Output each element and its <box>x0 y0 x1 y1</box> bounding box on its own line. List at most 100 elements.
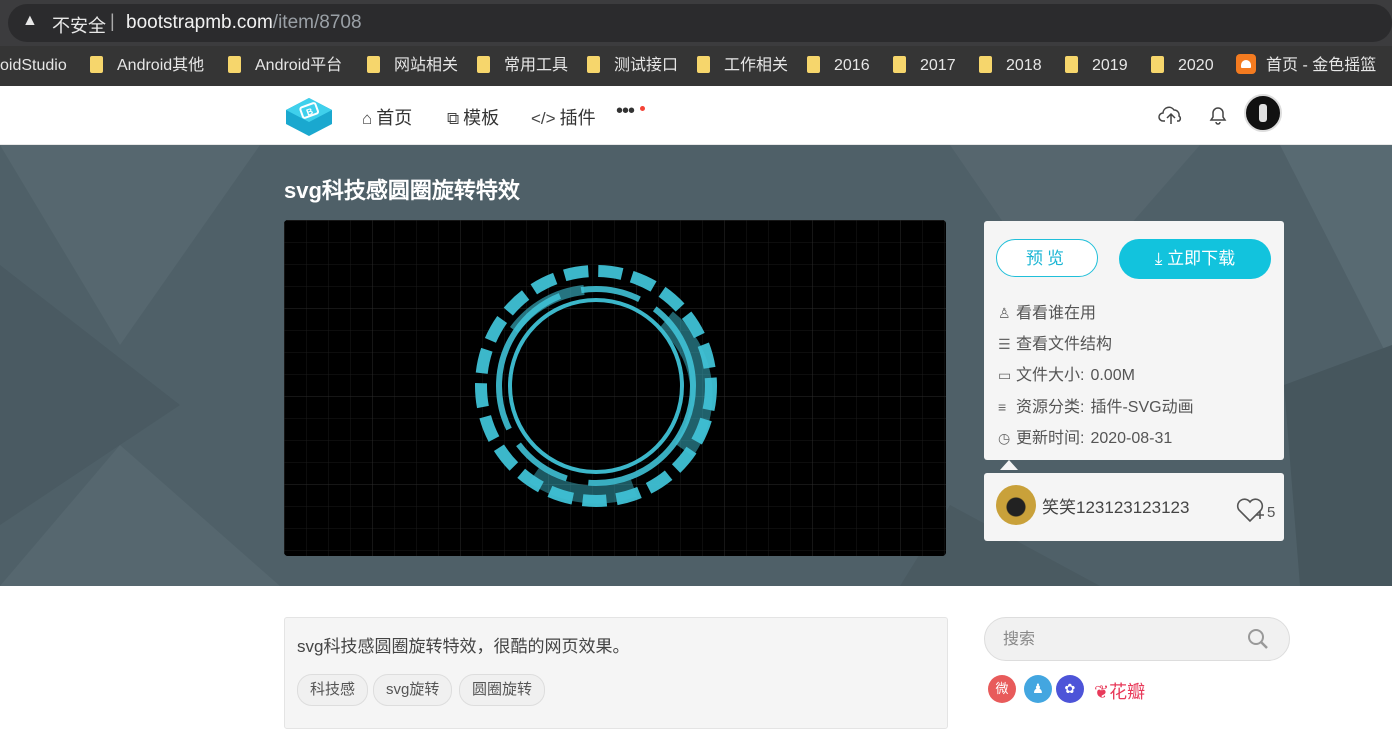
preview-image[interactable] <box>284 220 946 556</box>
file-size-row: ▭ 文件大小: 0.00M <box>998 361 1135 385</box>
user-list-icon: ♙ <box>998 305 1011 321</box>
category-value[interactable]: 插件-SVG动画 <box>1090 399 1193 416</box>
folder-icon <box>893 56 906 73</box>
updated-label: 更新时间: <box>1016 430 1085 447</box>
url-text[interactable]: bootstrapmb.com/item/8708 <box>126 12 362 34</box>
bookmark-label: 首页 - 金色摇篮 <box>1266 57 1377 74</box>
tag[interactable]: 圆圈旋转 <box>459 674 546 706</box>
file-size-label: 文件大小: <box>1016 367 1085 384</box>
bookmark-label: Android平台 <box>255 57 343 74</box>
file-structure-link[interactable]: ☰ 查看文件结构 <box>998 330 1112 354</box>
bookmark-label: 工作相关 <box>724 57 789 74</box>
heart-plus-icon[interactable] <box>1234 495 1266 525</box>
clock-icon: ◷ <box>998 430 1011 446</box>
description-card: svg科技感圆圈旋转特效，很酷的网页效果。 科技感 svg旋转 圆圈旋转 <box>284 617 948 729</box>
who-uses-label: 看看谁在用 <box>1016 305 1097 322</box>
bookmark-item[interactable]: Android平台 <box>228 46 342 86</box>
bookmark-label: 网站相关 <box>394 57 459 74</box>
file-size-value: 0.00M <box>1090 367 1135 384</box>
warning-triangle-icon[interactable]: ▲ <box>22 12 38 30</box>
search-icon[interactable] <box>1247 628 1269 650</box>
url-host: bootstrapmb.com <box>126 12 273 33</box>
bookmark-item[interactable]: 2016 <box>807 46 870 86</box>
code-icon: </> <box>531 109 556 128</box>
folder-icon <box>228 56 241 73</box>
updated-value: 2020-08-31 <box>1090 430 1173 447</box>
rotating-circles-preview <box>284 220 946 556</box>
category-row: ≡ 资源分类: 插件-SVG动画 <box>998 393 1194 417</box>
security-label[interactable]: 不安全 <box>52 12 106 38</box>
bell-icon[interactable] <box>1207 104 1229 126</box>
category-label: 资源分类: <box>1016 399 1085 416</box>
bookmark-label: 2017 <box>920 57 956 74</box>
folder-icon <box>477 56 490 73</box>
home-icon: ⌂ <box>362 109 373 128</box>
disk-icon: ▭ <box>998 367 1012 383</box>
folder-icon <box>90 56 103 73</box>
nav-templates[interactable]: ⧉ 模板 <box>447 104 499 130</box>
bookmark-item[interactable]: 2020 <box>1151 46 1214 86</box>
bookmark-label: 2018 <box>1006 57 1042 74</box>
folder-icon <box>367 56 380 73</box>
panel-caret <box>1000 460 1018 470</box>
author-avatar[interactable] <box>996 485 1036 525</box>
bookmarks-bar: oidStudio Android其他 Android平台 网站相关 常用工具 … <box>0 46 1392 86</box>
download-button[interactable]: ⤓ 立即下载 <box>1119 239 1271 279</box>
bookmark-item[interactable]: 常用工具 <box>477 46 568 86</box>
bookmark-label: oidStudio <box>0 57 67 74</box>
weibo-icon[interactable]: 微 <box>988 675 1016 703</box>
bookmark-item[interactable]: 2018 <box>979 46 1042 86</box>
notification-dot <box>640 106 645 111</box>
bookmark-label: 2019 <box>1092 57 1128 74</box>
site-header: B ⌂ 首页 ⧉ 模板 </> 插件 ••• <box>0 86 1392 145</box>
bookmark-item[interactable]: 2019 <box>1065 46 1128 86</box>
hero-section: svg科技感圆圈旋转特效 预览 ⤓ 立即下载 ♙ 看看谁在用 ☰ 查看文件结构 … <box>0 145 1392 586</box>
tag[interactable]: 科技感 <box>297 674 369 706</box>
bookmark-item[interactable]: 网站相关 <box>367 46 458 86</box>
download-label: 立即下载 <box>1167 249 1236 268</box>
url-path: /item/8708 <box>272 12 362 33</box>
address-separator: | <box>110 11 115 31</box>
folder-icon <box>1151 56 1164 73</box>
bookmark-item[interactable]: 测试接口 <box>587 46 678 86</box>
baidu-paw-icon[interactable]: ✿ <box>1056 675 1084 703</box>
bookmark-label: 2016 <box>834 57 870 74</box>
tag[interactable]: svg旋转 <box>373 674 453 706</box>
bookmark-label: 2020 <box>1178 57 1214 74</box>
search-box <box>984 617 1290 661</box>
updated-row: ◷ 更新时间: 2020-08-31 <box>998 424 1172 448</box>
copy-icon: ⧉ <box>447 109 460 128</box>
folder-icon <box>1065 56 1078 73</box>
author-card: 笑笑123123123123 5 <box>984 473 1284 541</box>
qq-icon[interactable]: ♟ <box>1024 675 1052 703</box>
bookmark-item[interactable]: 工作相关 <box>697 46 788 86</box>
huaban-share[interactable]: ❦花瓣 <box>1094 678 1145 704</box>
preview-button[interactable]: 预览 <box>996 239 1098 277</box>
bookmark-label: 常用工具 <box>504 57 569 74</box>
file-structure-label: 查看文件结构 <box>1016 336 1113 353</box>
folder-icon <box>807 56 820 73</box>
author-name[interactable]: 笑笑123123123123 <box>1042 493 1189 518</box>
folder-icon <box>587 56 600 73</box>
site-logo[interactable]: B <box>284 96 334 138</box>
nav-home-label: 首页 <box>376 108 413 128</box>
cloud-upload-icon[interactable] <box>1158 104 1184 126</box>
user-avatar[interactable] <box>1244 94 1282 132</box>
nav-plugins[interactable]: </> 插件 <box>531 104 596 130</box>
likes-count: 5 <box>1267 504 1276 521</box>
nav-plugins-label: 插件 <box>559 108 596 128</box>
nav-templates-label: 模板 <box>463 108 500 128</box>
who-uses-link[interactable]: ♙ 看看谁在用 <box>998 299 1096 323</box>
page-title: svg科技感圆圈旋转特效 <box>284 178 520 203</box>
search-input[interactable] <box>1001 628 1245 652</box>
bookmark-item[interactable]: 2017 <box>893 46 956 86</box>
more-menu[interactable]: ••• <box>616 100 635 123</box>
nav-home[interactable]: ⌂ 首页 <box>362 104 412 130</box>
huaban-icon: ❦ <box>1094 682 1110 702</box>
resource-panel: 预览 ⤓ 立即下载 ♙ 看看谁在用 ☰ 查看文件结构 ▭ 文件大小: 0.00M ≡ 资源… <box>984 221 1284 460</box>
bookmark-item[interactable]: Android其他 <box>90 46 204 86</box>
bookmark-item[interactable]: 首页 - 金色摇篮 <box>1236 46 1376 86</box>
bookmark-item[interactable]: oidStudio <box>0 46 67 86</box>
site-favicon-icon <box>1236 54 1256 74</box>
browser-address-bar: ▲ 不安全 | bootstrapmb.com/item/8708 <box>0 0 1392 46</box>
